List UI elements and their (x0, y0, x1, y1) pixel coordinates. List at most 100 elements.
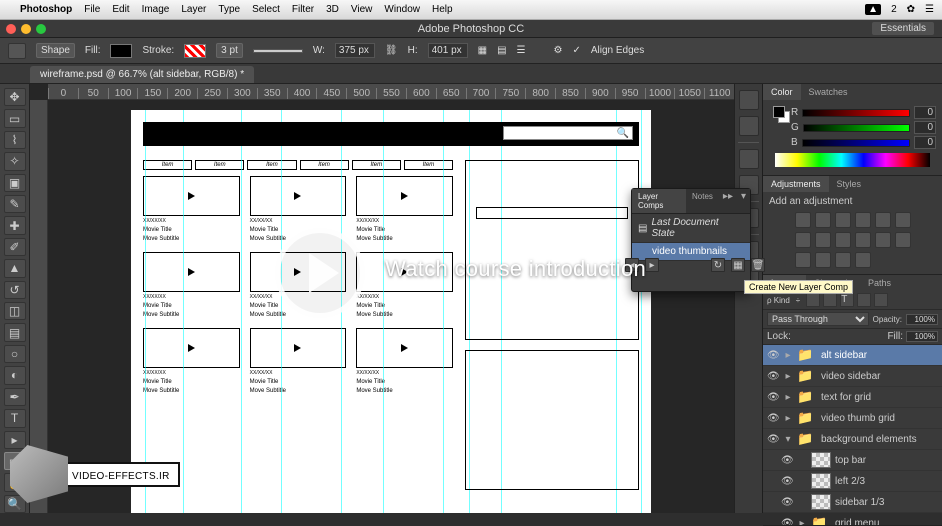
filter-shape-icon[interactable] (857, 293, 871, 307)
layer-name[interactable]: sidebar 1/3 (835, 497, 884, 508)
selective-icon[interactable] (815, 252, 831, 268)
visibility-toggle-icon[interactable]: 👁 (767, 392, 779, 403)
tab-adjustments[interactable]: Adjustments (763, 176, 829, 192)
layer-comps-panel[interactable]: Layer Comps Notes ▸▸ ▾ ▤Last Document St… (631, 188, 751, 292)
visibility-toggle-icon[interactable]: 👁 (781, 476, 793, 487)
horizontal-ruler[interactable]: 0501001502002503003504004505005506006507… (48, 84, 734, 100)
menu-view[interactable]: View (351, 4, 373, 15)
filter-pixel-icon[interactable] (806, 293, 820, 307)
blur-tool-icon[interactable]: ○ (4, 345, 26, 363)
path-align-icon[interactable]: ▤ (497, 45, 506, 56)
pen-tool-icon[interactable]: ✒ (4, 388, 26, 406)
layer-row[interactable]: 👁 ▸ 📁 grid menu (763, 513, 942, 525)
layer-row[interactable]: 👁 ▸ 📁 text for grid (763, 387, 942, 408)
app-menu[interactable]: Photoshop (20, 4, 72, 15)
blue-slider[interactable] (802, 139, 910, 147)
expand-arrow-icon[interactable]: ▸ (783, 413, 793, 424)
minimize-window-button[interactable] (21, 24, 31, 34)
fill-field[interactable]: 100% (906, 331, 938, 342)
type-tool-icon[interactable]: T (4, 409, 26, 427)
tab-notes[interactable]: Notes (686, 189, 719, 213)
tab-swatches[interactable]: Swatches (801, 84, 856, 100)
tab-color[interactable]: Color (763, 84, 801, 100)
path-arrange-icon[interactable]: ☰ (517, 45, 526, 56)
layer-name[interactable]: background elements (821, 434, 917, 445)
layer-name[interactable]: video sidebar (821, 371, 880, 382)
guide[interactable] (641, 110, 642, 513)
dock-properties-icon[interactable] (739, 116, 759, 136)
gradient-map-icon[interactable] (835, 252, 851, 268)
adj-icon-16[interactable] (855, 252, 871, 268)
tool-preset-icon[interactable] (8, 43, 26, 59)
layer-filter-kind[interactable]: ρ Kind (767, 296, 790, 305)
wireframe-document[interactable]: 🔍 Item Item Item Item Item Item XX/XX/XX… (131, 110, 651, 513)
stamp-tool-icon[interactable]: ▲ (4, 259, 26, 277)
guide[interactable] (443, 110, 444, 513)
path-ops-icon[interactable]: ▦ (478, 45, 487, 56)
menu-edit[interactable]: Edit (112, 4, 129, 15)
history-brush-tool-icon[interactable]: ↺ (4, 281, 26, 299)
stroke-swatch[interactable] (184, 44, 206, 58)
layer-name[interactable]: alt sidebar (821, 350, 867, 361)
expand-arrow-icon[interactable]: ▸ (797, 518, 807, 526)
panel-menu-icon[interactable]: ▾ (737, 189, 750, 213)
levels-icon[interactable] (815, 212, 831, 228)
visibility-toggle-icon[interactable]: 👁 (767, 434, 779, 445)
tab-paths[interactable]: Paths (860, 275, 899, 291)
layer-row[interactable]: 👁 ▸ 📁 video thumb grid (763, 408, 942, 429)
menu-type[interactable]: Type (218, 4, 240, 15)
list-icon[interactable]: ☰ (925, 4, 934, 15)
video-play-button[interactable] (275, 228, 365, 318)
menu-help[interactable]: Help (432, 4, 453, 15)
fill-swatch[interactable] (110, 44, 132, 58)
healing-tool-icon[interactable]: ✚ (4, 216, 26, 234)
guide[interactable] (383, 110, 384, 513)
link-wh-icon[interactable]: ⛓ (385, 45, 398, 56)
guide[interactable] (183, 110, 184, 513)
exposure-icon[interactable] (855, 212, 871, 228)
layer-list[interactable]: 👁 ▸ 📁 alt sidebar👁 ▸ 📁 video sidebar👁 ▸ … (763, 345, 942, 525)
eyedropper-tool-icon[interactable]: ✎ (4, 195, 26, 213)
menu-window[interactable]: Window (384, 4, 420, 15)
vibrance-icon[interactable] (875, 212, 891, 228)
filter-adj-icon[interactable] (823, 293, 837, 307)
document-tab[interactable]: wireframe.psd @ 66.7% (alt sidebar, RGB/… (30, 66, 254, 83)
posterize-icon[interactable] (895, 232, 911, 248)
spectrum-ramp[interactable] (775, 153, 930, 167)
crop-tool-icon[interactable]: ▣ (4, 174, 26, 192)
blend-mode-dropdown[interactable]: Pass Through (767, 312, 869, 326)
eraser-tool-icon[interactable]: ◫ (4, 302, 26, 320)
close-window-button[interactable] (6, 24, 16, 34)
visibility-toggle-icon[interactable]: 👁 (767, 350, 779, 361)
channel-mixer-icon[interactable] (835, 232, 851, 248)
gradient-tool-icon[interactable]: ▤ (4, 323, 26, 341)
guide[interactable] (281, 110, 282, 513)
brush-tool-icon[interactable]: ✐ (4, 238, 26, 256)
visibility-toggle-icon[interactable]: 👁 (767, 371, 779, 382)
cc-badge-icon[interactable]: ▲ (865, 4, 881, 15)
gear-icon[interactable]: ⚙ (553, 45, 562, 56)
guide[interactable] (241, 110, 242, 513)
update-comp-button[interactable]: ↻ (711, 258, 725, 272)
green-slider[interactable] (803, 124, 910, 132)
layer-name[interactable]: left 2/3 (835, 476, 865, 487)
green-value[interactable]: 0 (914, 121, 936, 134)
photo-filter-icon[interactable] (815, 232, 831, 248)
red-slider[interactable] (802, 109, 910, 117)
curves-icon[interactable] (835, 212, 851, 228)
layer-row[interactable]: 👁 top bar (763, 450, 942, 471)
align-edges-checkbox-label[interactable]: Align Edges (591, 45, 644, 56)
brightness-icon[interactable] (795, 212, 811, 228)
layer-row[interactable]: 👁 ▾ 📁 background elements (763, 429, 942, 450)
next-comp-button[interactable]: ▸ (645, 258, 659, 272)
layer-row[interactable]: 👁 sidebar 1/3 (763, 492, 942, 513)
bw-icon[interactable] (795, 232, 811, 248)
layer-name[interactable]: top bar (835, 455, 866, 466)
dock-history-icon[interactable] (739, 90, 759, 110)
layer-comp-last-state[interactable]: ▤Last Document State (632, 214, 750, 243)
menu-3d[interactable]: 3D (326, 4, 339, 15)
layer-name[interactable]: text for grid (821, 392, 871, 403)
expand-arrow-icon[interactable]: ▸ (783, 350, 793, 361)
visibility-toggle-icon[interactable]: 👁 (781, 497, 793, 508)
move-tool-icon[interactable]: ✥ (4, 88, 26, 106)
